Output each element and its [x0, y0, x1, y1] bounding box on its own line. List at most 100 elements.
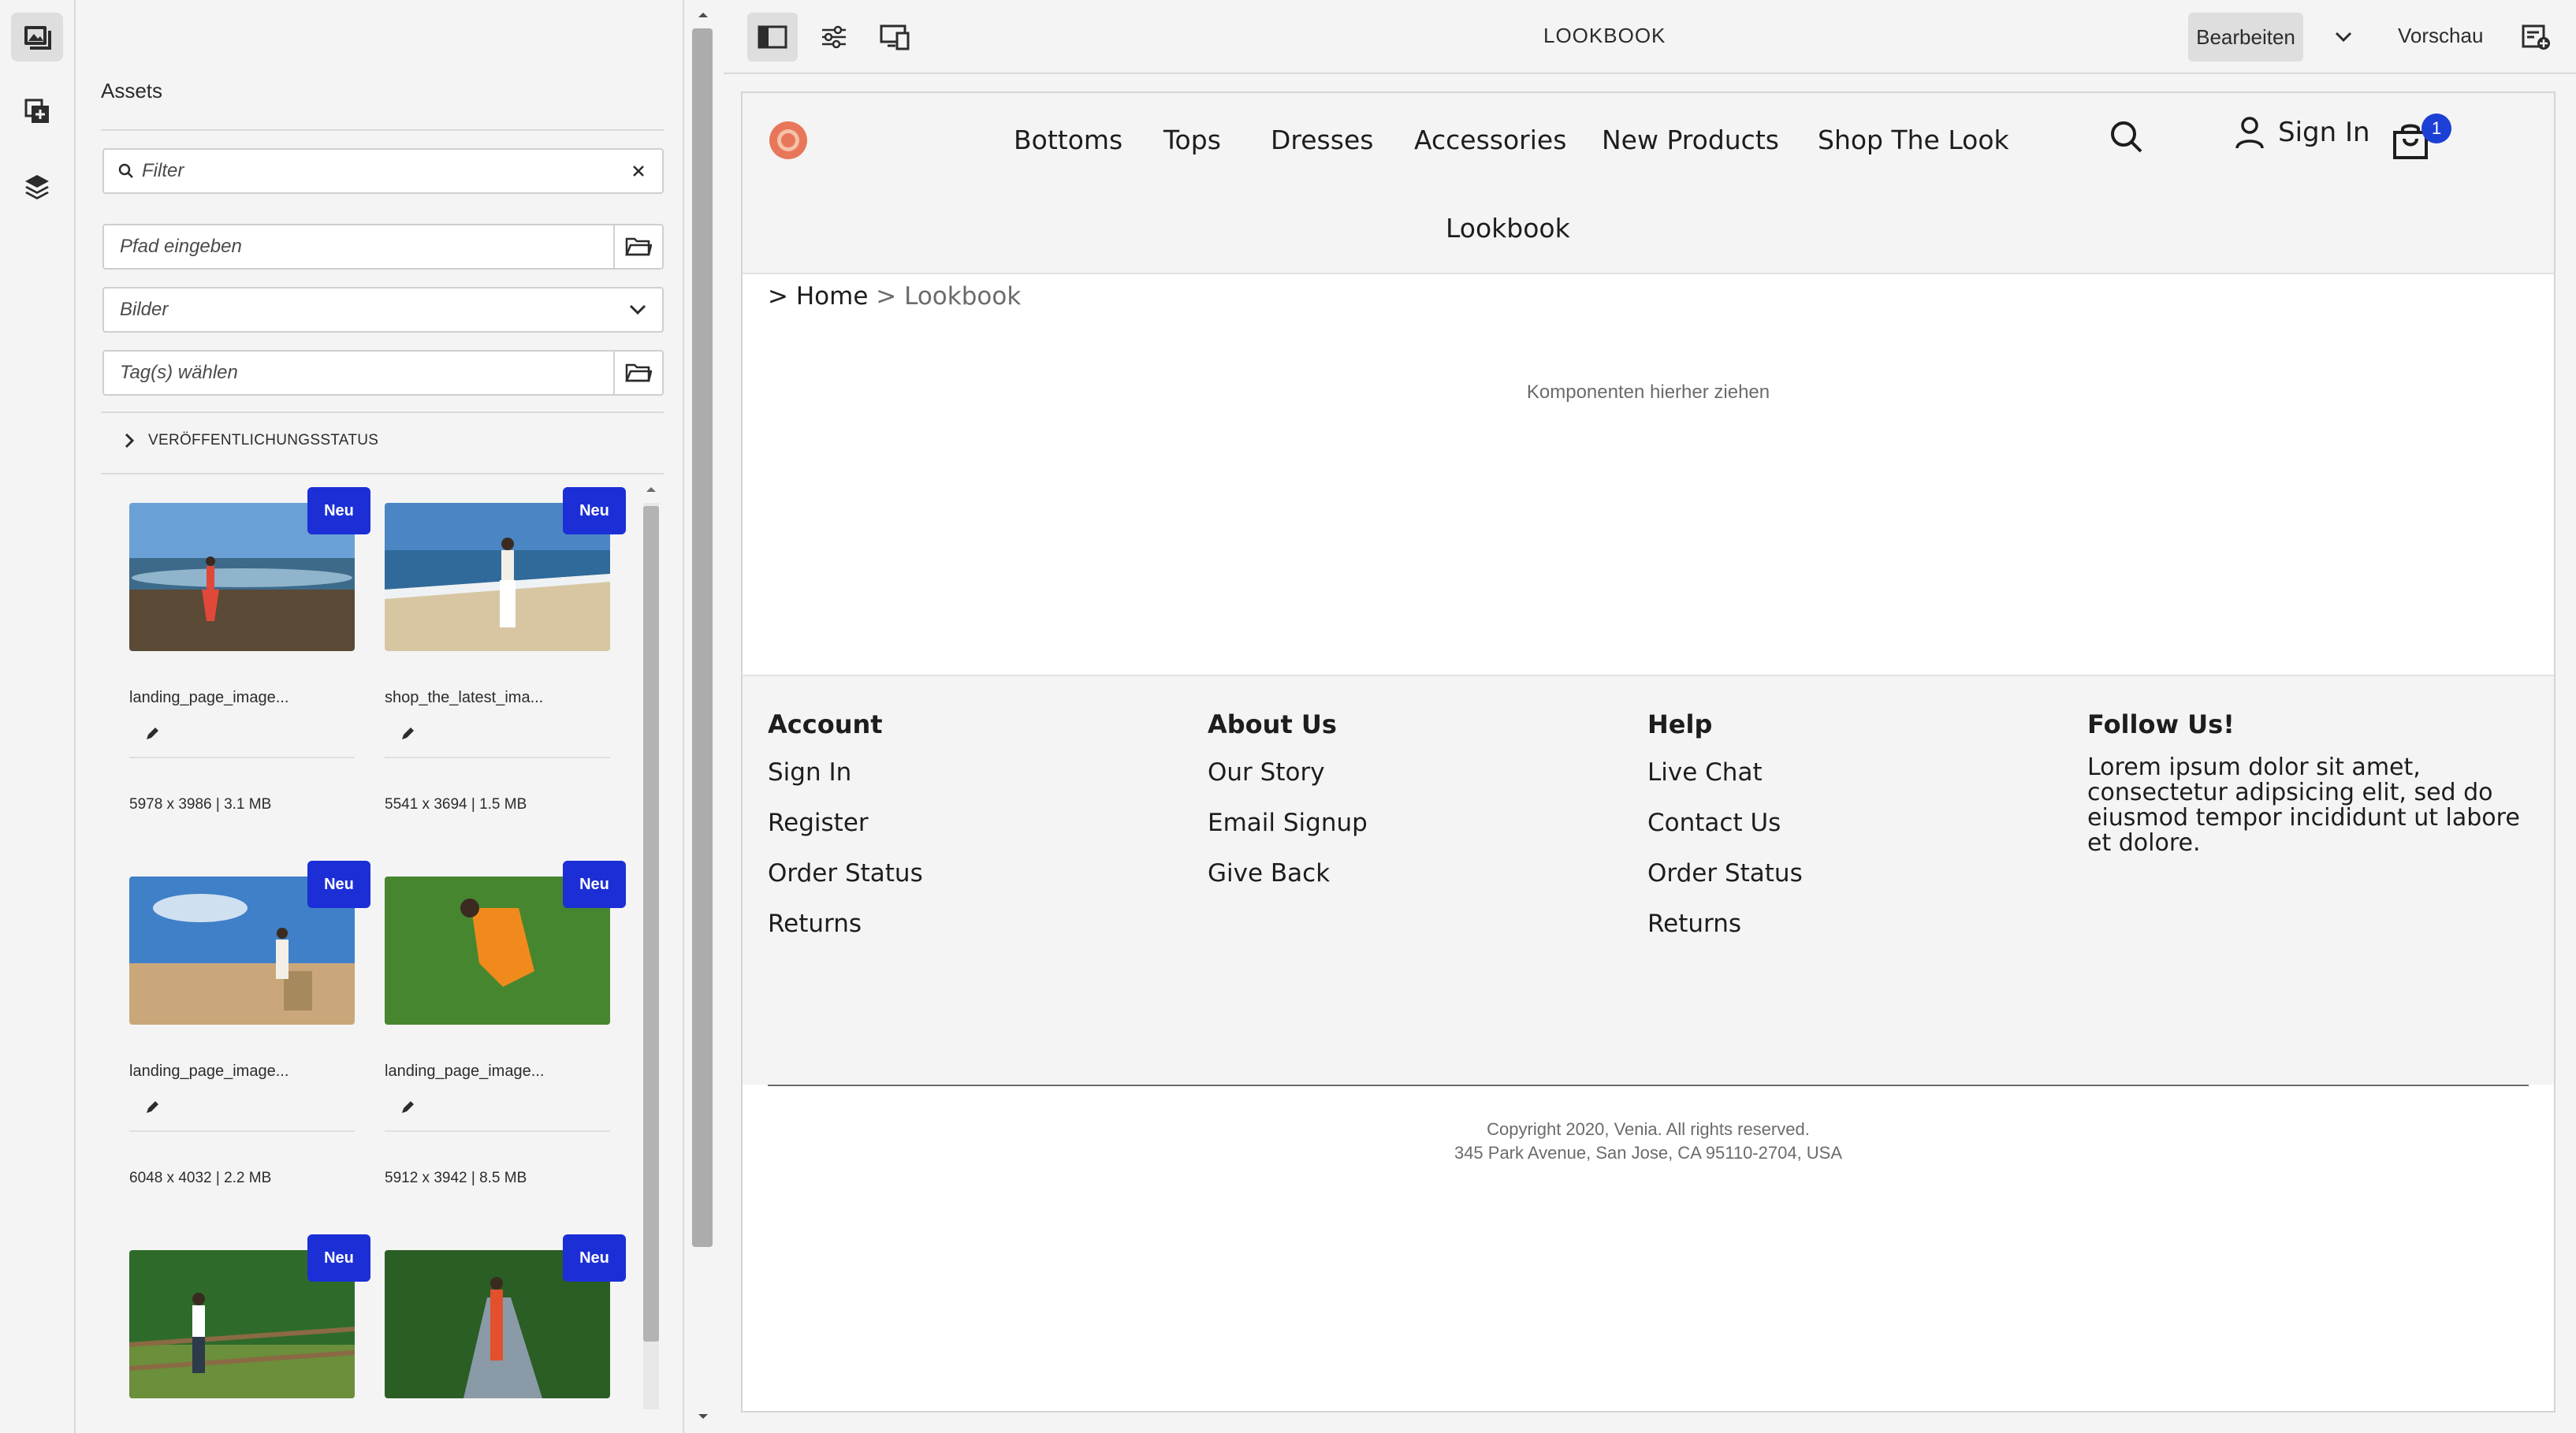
footer-link[interactable]: Order Status	[768, 856, 923, 906]
assets-title: Assets	[101, 79, 163, 102]
scroll-thumb[interactable]	[692, 28, 713, 1247]
device-icon	[880, 24, 910, 50]
asset-name: shop_the_latest_ima...	[385, 689, 544, 706]
scroll-up-icon	[646, 487, 656, 492]
components-icon[interactable]	[11, 87, 63, 136]
breadcrumb: > Home > Lookbook	[768, 282, 1021, 311]
footer-link[interactable]: Give Back	[1208, 856, 1368, 906]
tags-browse-button[interactable]	[613, 352, 662, 394]
search-icon[interactable]	[2108, 118, 2146, 160]
asset-card[interactable]: Neu	[385, 1234, 626, 1400]
copyright-line: Copyright 2020, Venia. All rights reserv…	[1487, 1119, 1810, 1139]
new-badge: Neu	[307, 487, 370, 534]
nav-item-lookbook[interactable]: Lookbook	[1446, 213, 1570, 244]
publication-status-toggle[interactable]: VERÖFFENTLICHUNGSSTATUS	[125, 432, 378, 449]
edit-pencil-icon[interactable]	[143, 1099, 161, 1120]
venia-logo[interactable]	[766, 118, 810, 166]
cart-count-badge: 1	[2422, 114, 2451, 143]
sign-in-link[interactable]: Sign In	[2234, 115, 2370, 150]
sign-in-label: Sign In	[2278, 117, 2370, 148]
publication-status-label: VERÖFFENTLICHUNGSSTATUS	[148, 432, 379, 449]
publish-page-button[interactable]	[2515, 13, 2559, 61]
new-badge: Neu	[307, 1234, 370, 1282]
nav-item-accessories[interactable]: Accessories	[1414, 125, 1566, 155]
breadcrumb-current: Lookbook	[904, 282, 1022, 311]
assets-icon[interactable]	[11, 13, 63, 61]
filter-placeholder: Filter	[142, 160, 184, 181]
content-tree-icon[interactable]	[11, 162, 63, 211]
filter-input[interactable]: Filter	[102, 148, 664, 194]
asset-card[interactable]: Neu shop_the_latest_ima... 5541 x 3694 |…	[385, 487, 626, 834]
page-canvas: Bottoms Tops Dresses Accessories New Pro…	[741, 91, 2556, 1413]
asset-card[interactable]: Neu	[129, 1234, 370, 1400]
asset-card[interactable]: Neu landing_page_image... 5978 x 3986 | …	[129, 487, 370, 834]
breadcrumb-home[interactable]: Home	[796, 282, 869, 311]
new-badge: Neu	[307, 861, 370, 908]
footer-heading: Follow Us!	[2087, 709, 2235, 739]
component-dropzone[interactable]: Komponenten hierher ziehen	[743, 382, 2554, 404]
footer-link[interactable]: Live Chat	[1647, 755, 1803, 806]
nav-item-new-products[interactable]: New Products	[1602, 125, 1779, 155]
tags-placeholder: Tag(s) wählen	[120, 362, 238, 383]
footer-text: Lorem ipsum dolor sit amet, consectetur …	[2087, 754, 2520, 857]
new-badge: Neu	[563, 861, 626, 908]
preview-button[interactable]: Vorschau	[2398, 24, 2483, 48]
nav-item-shop-the-look[interactable]: Shop The Look	[1818, 125, 2009, 155]
nav-item-tops[interactable]: Tops	[1163, 125, 1221, 155]
chevron-down-icon	[629, 304, 662, 315]
asset-card[interactable]: Neu landing_page_image... 5912 x 3942 | …	[385, 861, 626, 1208]
footer-link[interactable]: Returns	[768, 906, 923, 957]
folder-icon	[625, 237, 652, 256]
scroll-thumb[interactable]	[643, 506, 659, 1342]
footer-link[interactable]: Returns	[1647, 906, 1803, 957]
footer-link[interactable]: Sign In	[768, 755, 923, 806]
site-header: Bottoms Tops Dresses Accessories New Pro…	[743, 93, 2554, 274]
path-field[interactable]: Pfad eingeben	[102, 224, 664, 270]
footer-help: Help Live Chat Contact Us Order Status R…	[1647, 709, 1803, 957]
edit-mode-button[interactable]: Bearbeiten	[2188, 13, 2303, 61]
nav-item-bottoms[interactable]: Bottoms	[1014, 125, 1122, 155]
footer-about: About Us Our Story Email Signup Give Bac…	[1208, 709, 1368, 906]
footer-heading: Account	[768, 709, 883, 739]
divider	[385, 1130, 610, 1132]
nav-item-dresses[interactable]: Dresses	[1271, 125, 1373, 155]
asset-name: landing_page_image...	[385, 1063, 545, 1080]
edit-pencil-icon[interactable]	[399, 725, 416, 746]
footer-link[interactable]: Contact Us	[1647, 806, 1803, 856]
search-icon	[104, 163, 134, 179]
side-panel-icon	[758, 25, 787, 49]
edit-pencil-icon[interactable]	[143, 725, 161, 746]
assets-scrollbar[interactable]	[640, 481, 662, 1431]
new-badge: Neu	[563, 487, 626, 534]
panel-splitter[interactable]	[683, 0, 724, 1433]
tags-field[interactable]: Tag(s) wählen	[102, 350, 664, 396]
folder-browse-button[interactable]	[613, 225, 662, 268]
toggle-side-panel-button[interactable]	[747, 13, 798, 61]
divider	[101, 411, 664, 413]
divider	[385, 757, 610, 758]
cart-button[interactable]: 1	[2392, 110, 2455, 166]
asset-card[interactable]: Neu landing_page_image... 6048 x 4032 | …	[129, 861, 370, 1208]
footer-heading: Help	[1647, 709, 1713, 739]
site-footer: Account Sign In Register Order Status Re…	[743, 675, 2554, 1163]
assets-panel: Assets Filter Pfad eingeben Bilder Tag(s…	[76, 0, 683, 1433]
asset-meta: 5978 x 3986 | 3.1 MB	[129, 796, 272, 813]
asset-name: landing_page_image...	[129, 689, 289, 706]
footer-link[interactable]: Our Story	[1208, 755, 1368, 806]
editor-toolbar: LOOKBOOK Bearbeiten Vorschau	[724, 0, 2576, 74]
footer-heading: About Us	[1208, 709, 1337, 739]
emulator-button[interactable]	[870, 13, 921, 61]
edit-pencil-icon[interactable]	[399, 1099, 416, 1120]
asset-type-select[interactable]: Bilder	[102, 287, 664, 333]
divider	[101, 473, 664, 475]
footer-link[interactable]: Order Status	[1647, 856, 1803, 906]
mode-dropdown-button[interactable]	[2324, 13, 2363, 61]
breadcrumb-prefix: >	[768, 282, 788, 311]
clear-icon[interactable]	[632, 165, 662, 177]
asset-meta: 5912 x 3942 | 8.5 MB	[385, 1170, 527, 1186]
canvas-edge	[2557, 74, 2576, 1433]
footer-link[interactable]: Email Signup	[1208, 806, 1368, 856]
asset-meta: 5541 x 3694 | 1.5 MB	[385, 796, 527, 813]
footer-link[interactable]: Register	[768, 806, 923, 856]
page-properties-button[interactable]	[809, 13, 859, 61]
